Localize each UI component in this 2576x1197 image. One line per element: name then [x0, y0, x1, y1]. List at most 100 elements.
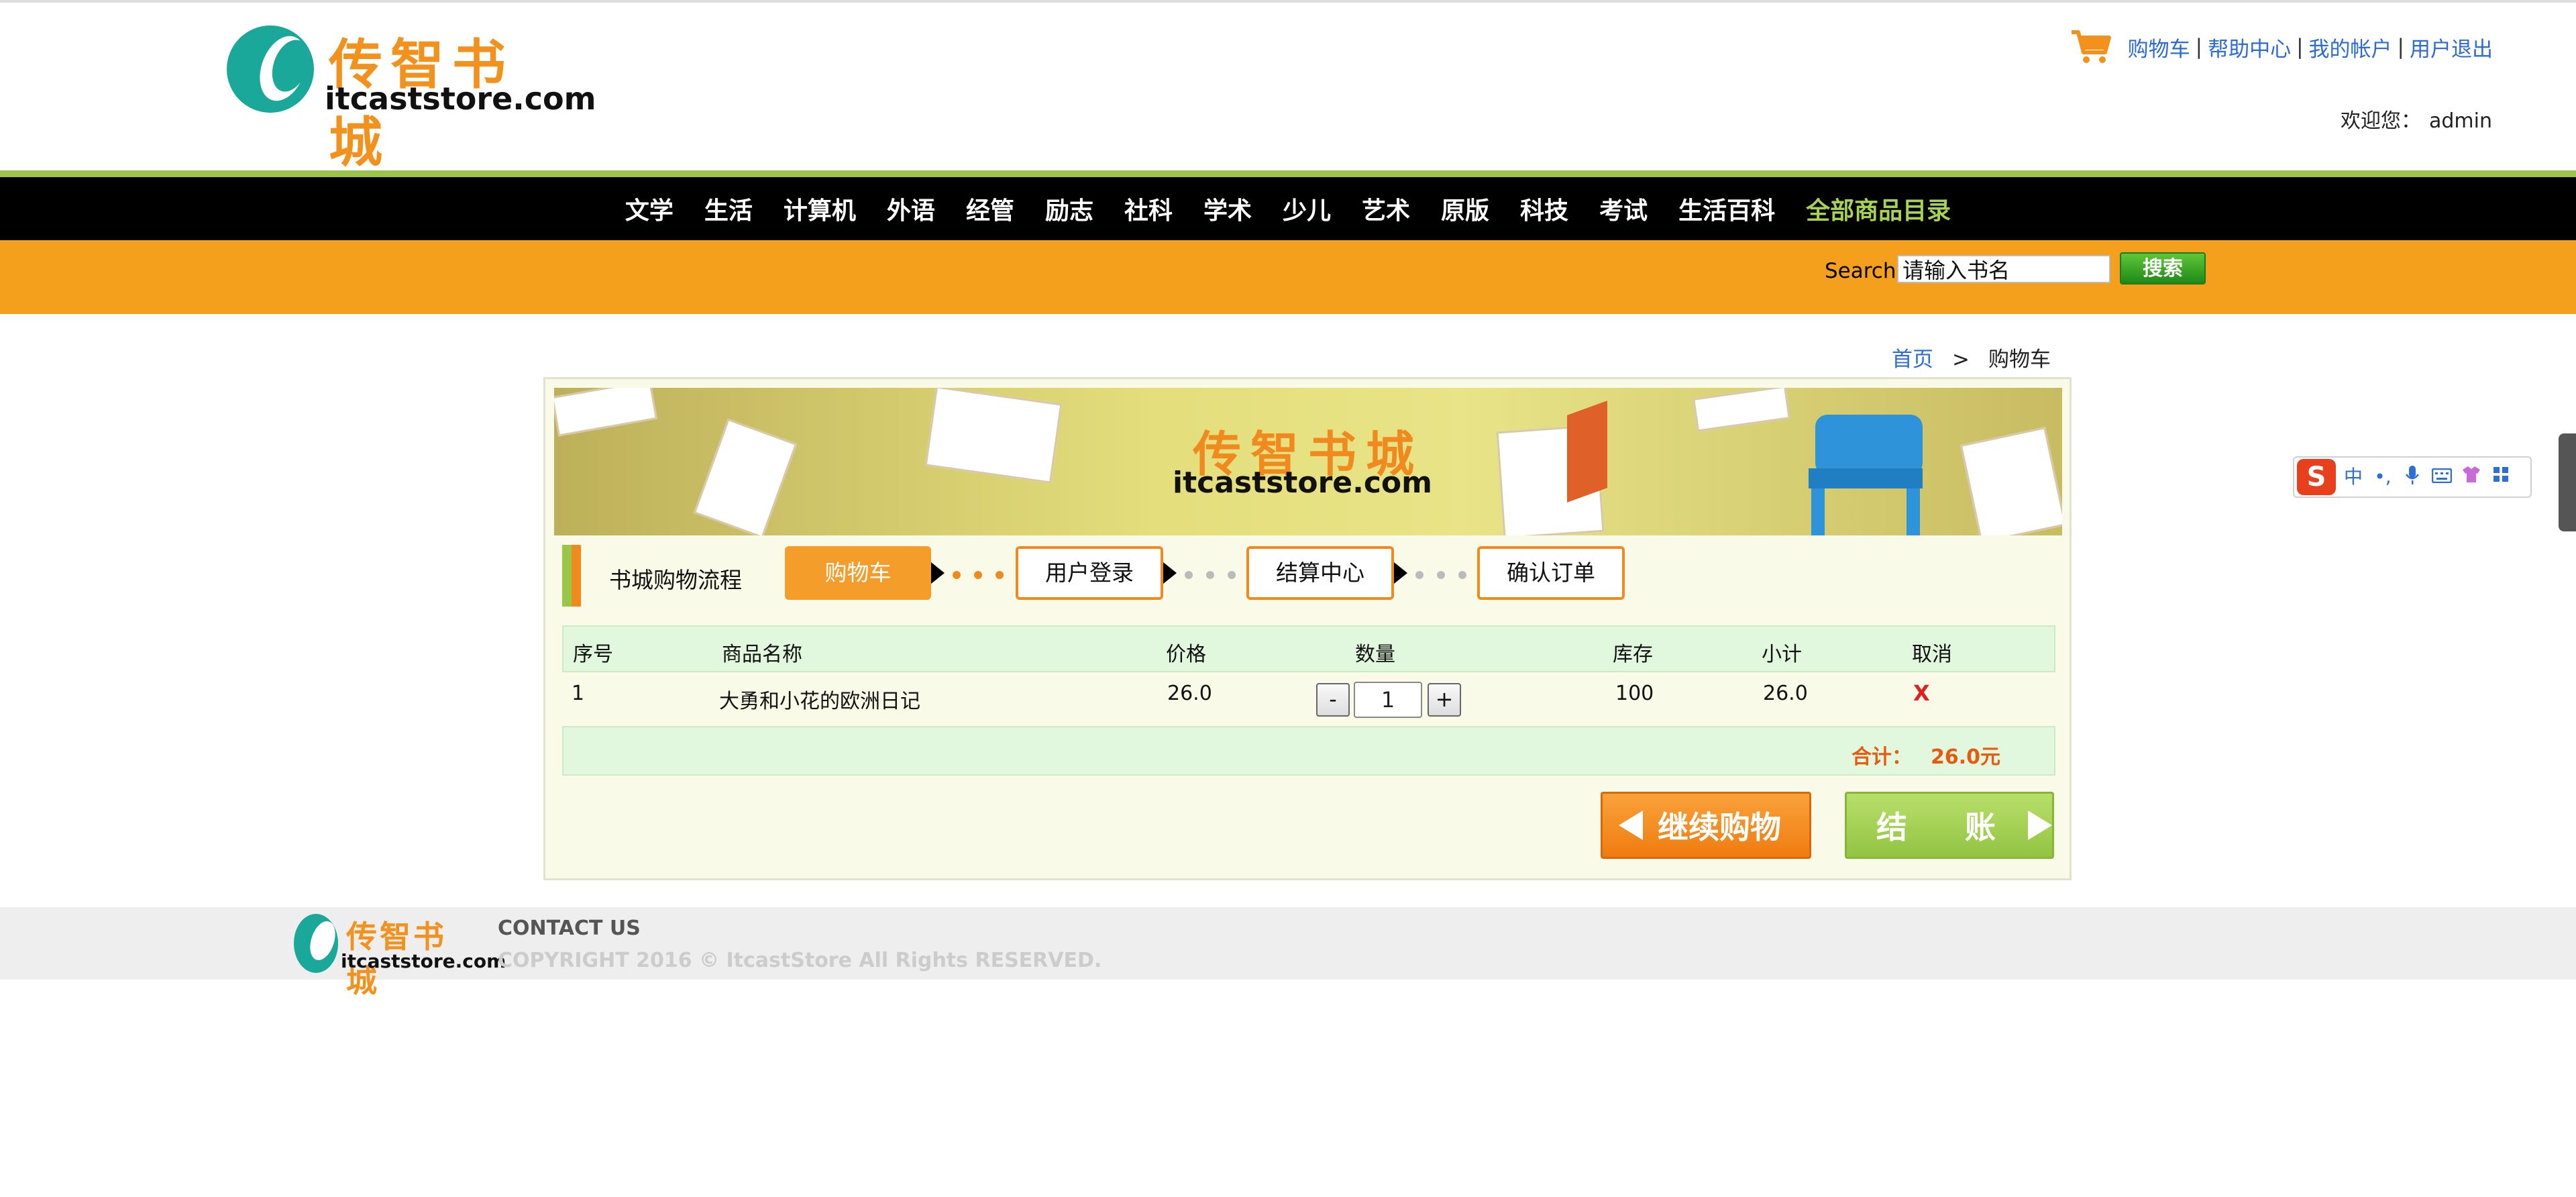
side-panel-handle[interactable] [2559, 433, 2576, 531]
nav-item-encyclopedia[interactable]: 生活百科 [1678, 191, 1775, 226]
process-marker-orange [572, 545, 581, 607]
site-logo[interactable]: 传智书城 itcaststore.com [227, 21, 596, 174]
col-header-index: 序号 [573, 643, 613, 666]
logo-title-en: itcaststore.com [325, 81, 596, 117]
col-header-stock: 库存 [1613, 643, 1653, 666]
nav-item-computer[interactable]: 计算机 [784, 191, 856, 226]
sogou-logo-icon[interactable]: S [2297, 459, 2336, 495]
top-border [0, 0, 2576, 3]
cell-price: 26.0 [1167, 682, 1212, 705]
step-checkout: 结算中心 [1246, 546, 1394, 600]
total-value: 26.0元 [1931, 745, 2001, 769]
breadcrumb-home-link[interactable]: 首页 [1892, 348, 1933, 372]
link-separator: | [2296, 35, 2304, 59]
cart-link[interactable]: 购物车 [2128, 32, 2190, 62]
username: admin [2429, 109, 2492, 133]
contact-us-link[interactable]: CONTACT US [498, 917, 641, 940]
step-dot [974, 571, 982, 579]
breadcrumb-current: 购物车 [1988, 348, 2051, 372]
logo-emblem [227, 25, 314, 113]
chair-seat-decoration [1809, 468, 1923, 488]
cart-icon[interactable] [2070, 28, 2112, 66]
step-arrow-icon [1163, 562, 1177, 584]
ime-toolbar: S 中 •, [2293, 456, 2532, 498]
nav-item-literature[interactable]: 文学 [625, 191, 674, 226]
keyboard-icon[interactable] [2430, 465, 2454, 489]
quantity-decrease-button[interactable]: - [1316, 683, 1350, 717]
step-dot [1206, 571, 1214, 579]
step-dot [1437, 571, 1445, 579]
step-login: 用户登录 [1016, 546, 1163, 600]
step-dot [1415, 571, 1424, 579]
nav-item-exam[interactable]: 考试 [1599, 191, 1648, 226]
cell-subtotal: 26.0 [1763, 682, 1808, 705]
total-label: 合计： [1851, 745, 1912, 769]
ime-mode-toggle[interactable]: 中 [2341, 465, 2365, 489]
cart-total: 合计： 26.0元 [1851, 740, 2000, 770]
step-cart: 购物车 [785, 546, 931, 600]
step-dot [1228, 571, 1236, 579]
col-header-price: 价格 [1166, 643, 1206, 666]
search-input[interactable] [1897, 255, 2110, 283]
book-decoration [1567, 401, 1607, 503]
cell-product-name[interactable]: 大勇和小花的欧洲日记 [719, 684, 920, 714]
chair-leg-decoration [1811, 488, 1825, 535]
footer-logo: 传智书城 itcaststore.com [294, 913, 506, 999]
nav-item-technology[interactable]: 科技 [1520, 191, 1568, 226]
nav-item-all-catalog[interactable]: 全部商品目录 [1806, 191, 1951, 226]
nav-item-foreign-language[interactable]: 外语 [887, 191, 935, 226]
nav-item-art[interactable]: 艺术 [1362, 191, 1410, 226]
checkout-label: 结 账 [1876, 809, 2009, 845]
category-nav: 文学 生活 计算机 外语 经管 励志 社科 学术 少儿 艺术 原版 科技 考试 … [0, 177, 2576, 240]
search-button[interactable]: 搜索 [2120, 252, 2206, 284]
nav-item-management[interactable]: 经管 [966, 191, 1014, 226]
breadcrumb-arrow: > [1952, 348, 1970, 372]
cell-index: 1 [572, 682, 585, 705]
punctuation-icon[interactable]: •, [2371, 465, 2395, 489]
banner-title-en: itcaststore.com [1173, 466, 1432, 500]
arrow-left-icon [1619, 811, 1643, 840]
quantity-input[interactable]: 1 [1354, 682, 1422, 718]
col-header-name: 商品名称 [722, 643, 802, 666]
step-confirm-order: 确认订单 [1477, 546, 1625, 600]
nav-item-social-science[interactable]: 社科 [1124, 191, 1173, 226]
step-dot [1185, 571, 1193, 579]
book-decoration [924, 388, 1063, 484]
checkout-button[interactable]: 结 账 [1845, 792, 2054, 859]
footer-logo-emblem [294, 914, 338, 973]
quantity-increase-button[interactable]: + [1428, 683, 1461, 717]
welcome-label: 欢迎您： [2341, 109, 2421, 133]
cart-total-bar [562, 726, 2055, 776]
welcome-text: 欢迎您： admin [2341, 104, 2492, 134]
store-banner: 传智书城 itcaststore.com [554, 388, 2062, 535]
search-label: Search [1825, 259, 1896, 283]
chair-decoration [1815, 415, 1923, 475]
logout-link[interactable]: 用户退出 [2410, 32, 2493, 62]
continue-shopping-label: 继续购物 [1658, 809, 1781, 845]
step-dot [996, 571, 1004, 579]
toolbox-icon[interactable] [2489, 465, 2513, 489]
nav-item-original[interactable]: 原版 [1441, 191, 1489, 226]
book-decoration [1960, 427, 2062, 535]
step-arrow-icon [931, 562, 945, 584]
nav-item-life[interactable]: 生活 [704, 191, 753, 226]
microphone-icon[interactable] [2400, 465, 2424, 489]
help-center-link[interactable]: 帮助中心 [2208, 32, 2291, 62]
link-separator: | [2397, 35, 2404, 59]
breadcrumb: 首页 > 购物车 [1892, 342, 2051, 372]
copyright-text: COPYRIGHT 2016 © ItcastStore All Rights … [498, 949, 1102, 972]
process-marker-green [562, 545, 572, 607]
link-separator: | [2195, 35, 2203, 59]
nav-item-academic[interactable]: 学术 [1203, 191, 1252, 226]
top-links: 购物车 | 帮助中心 | 我的帐户 | 用户退出 [2070, 28, 2493, 66]
skin-icon[interactable] [2459, 465, 2483, 489]
nav-item-children[interactable]: 少儿 [1283, 191, 1331, 226]
nav-item-inspiration[interactable]: 励志 [1045, 191, 1093, 226]
arrow-right-icon [2028, 811, 2052, 840]
remove-item-button[interactable]: X [1913, 680, 1930, 706]
nav-top-line [0, 170, 2576, 177]
step-arrow-icon [1394, 562, 1407, 584]
continue-shopping-button[interactable]: 继续购物 [1601, 792, 1811, 859]
book-decoration [693, 418, 798, 535]
my-account-link[interactable]: 我的帐户 [2309, 32, 2392, 62]
